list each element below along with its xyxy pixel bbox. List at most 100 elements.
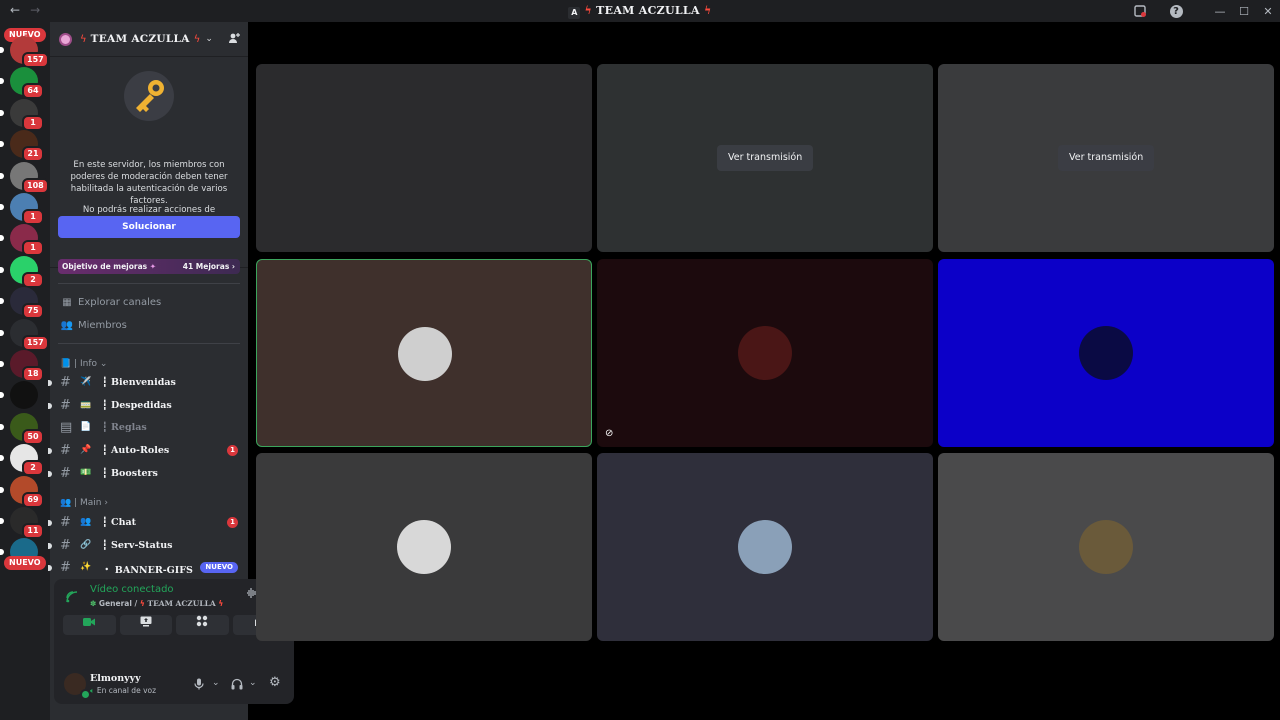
channel-item[interactable]: # 🔗 ┇ Serv-Status bbox=[48, 536, 248, 556]
channel-name: ┇ Bienvenidas bbox=[102, 377, 176, 388]
participant-tile[interactable] bbox=[938, 453, 1274, 641]
channel-item[interactable]: # ✨ ・ BANNER-GIFS NUEVO bbox=[48, 558, 248, 578]
invite-user-icon[interactable] bbox=[228, 32, 240, 47]
unread-indicator bbox=[0, 361, 4, 367]
chevron-down-icon[interactable]: ⌄ bbox=[212, 678, 220, 688]
gear-icon[interactable]: ⚙ bbox=[269, 675, 281, 690]
unread-indicator bbox=[0, 329, 4, 336]
participant-avatar bbox=[1079, 520, 1133, 574]
unread-indicator bbox=[0, 172, 4, 179]
mention-badge: 1 bbox=[227, 445, 238, 457]
inbox-icon[interactable] bbox=[1133, 4, 1147, 18]
rules-channel-icon: ▤ bbox=[60, 420, 73, 436]
titlebar-controls: ? — ☐ ✕ bbox=[1122, 0, 1280, 22]
window-title-text: TEAM ACZULLA bbox=[596, 4, 700, 17]
compass-icon: ▦ bbox=[62, 297, 72, 308]
deafened-icon: ⊘ bbox=[605, 428, 614, 439]
hashtag-icon: # bbox=[60, 397, 71, 413]
participant-tile[interactable] bbox=[256, 453, 592, 641]
voice-server-name: TEAM ACZULLA bbox=[147, 599, 216, 608]
boost-goal-bar[interactable]: Objetivo de mejoras ✦ 41 Mejoras › bbox=[58, 259, 240, 274]
unread-indicator bbox=[48, 448, 52, 455]
mfa-notice: En este servidor, los miembros con poder… bbox=[50, 56, 248, 268]
voice-status[interactable]: Vídeo conectado bbox=[90, 584, 174, 595]
camera-icon bbox=[83, 618, 96, 626]
fix-button[interactable]: Solucionar bbox=[58, 216, 240, 238]
user-name[interactable]: Elmonyyy bbox=[90, 673, 141, 684]
chevron-down-icon[interactable]: ⌄ bbox=[205, 34, 213, 44]
mention-badge: 50 bbox=[22, 428, 44, 445]
bolt-icon: ϟ bbox=[218, 599, 224, 608]
channel-name: ┇ Serv-Status bbox=[102, 539, 173, 551]
watch-stream-button[interactable]: Ver transmisión bbox=[1058, 145, 1155, 171]
category-main[interactable]: 👥 | Main › bbox=[60, 498, 108, 508]
chevron-down-icon[interactable]: ⌄ bbox=[249, 678, 257, 688]
activities-button[interactable] bbox=[176, 615, 229, 635]
microphone-icon[interactable] bbox=[194, 678, 204, 693]
server-logo-icon: A bbox=[568, 7, 581, 19]
participant-avatar bbox=[738, 520, 792, 574]
help-icon[interactable]: ? bbox=[1169, 4, 1183, 18]
watch-stream-button[interactable]: Ver transmisión bbox=[717, 145, 814, 171]
bolt-icon: ϟ bbox=[584, 4, 593, 17]
participant-avatar bbox=[1079, 326, 1133, 380]
mention-badge: 75 bbox=[22, 303, 44, 320]
participant-tile[interactable] bbox=[256, 259, 592, 447]
unread-indicator bbox=[48, 542, 52, 549]
user-status-text: En canal de voz bbox=[96, 686, 157, 695]
maximize-button[interactable]: ☐ bbox=[1232, 5, 1256, 18]
mention-badge: 11 bbox=[22, 523, 44, 539]
close-button[interactable]: ✕ bbox=[1256, 5, 1280, 18]
camera-button[interactable] bbox=[63, 615, 116, 635]
members-link[interactable]: 👥 Miembros bbox=[60, 320, 127, 331]
hashtag-icon: # bbox=[60, 560, 71, 576]
divider bbox=[58, 283, 240, 284]
headphones-icon[interactable] bbox=[231, 678, 243, 693]
category-info[interactable]: 📘 | Info ⌄ bbox=[60, 359, 107, 369]
signal-icon[interactable] bbox=[66, 591, 78, 606]
server-header[interactable]: ϟ TEAM ACZULLA ϟ ⌄ bbox=[50, 22, 248, 56]
channel-emoji-icon: ✈️ bbox=[80, 377, 92, 387]
hashtag-icon: # bbox=[60, 515, 71, 530]
voice-channel-path[interactable]: ✽ General / ϟ TEAM ACZULLA ϟ bbox=[90, 599, 223, 608]
new-servers-badge[interactable]: NUEVO bbox=[4, 556, 46, 570]
stream-tile[interactable]: Ver transmisión bbox=[597, 64, 933, 252]
empty-tile bbox=[256, 64, 592, 252]
chevron-down-icon: ⌄ bbox=[99, 359, 108, 369]
bolt-icon: ϟ bbox=[80, 33, 87, 45]
new-badge: NUEVO bbox=[200, 562, 238, 574]
participant-tile[interactable] bbox=[938, 259, 1274, 447]
channel-item[interactable]: # 👥 ┇ Chat 1 bbox=[48, 513, 248, 533]
channel-item[interactable]: # ✈️ ┇ Bienvenidas bbox=[48, 373, 248, 393]
unread-indicator bbox=[0, 109, 4, 116]
speaker-icon: 🔈︎ bbox=[90, 686, 95, 695]
channel-item[interactable]: ▤ 📄 ┇ Reglas bbox=[50, 418, 248, 438]
screen-share-icon bbox=[140, 616, 152, 627]
browse-channels-link[interactable]: ▦ Explorar canales bbox=[60, 297, 161, 308]
screen-share-button[interactable] bbox=[119, 615, 172, 635]
channel-item[interactable]: # 📌 ┇ Auto-Roles 1 bbox=[48, 441, 248, 461]
stream-tile[interactable]: Ver transmisión bbox=[938, 64, 1274, 252]
divider bbox=[58, 343, 240, 344]
server-icon[interactable] bbox=[10, 381, 38, 410]
server-list: NUEVO 157 64 1 21 108 1 1 2 75 157 18 50 2 69 11 NUEVO bbox=[0, 22, 50, 720]
boost-count: 41 Mejoras bbox=[182, 262, 230, 271]
user-panel: Elmonyyy 🔈︎ En canal de voz ⌄ ⌄ ⚙ bbox=[54, 667, 294, 704]
mention-badge: 64 bbox=[22, 83, 44, 100]
server-name: TEAM ACZULLA bbox=[90, 33, 190, 45]
channel-name: ┇ Auto-Roles bbox=[102, 445, 170, 457]
bolt-icon: ϟ bbox=[139, 599, 145, 608]
discord-window: ← → Aϟ TEAM ACZULLA ϟ ? — ☐ ✕ NUEVO 157 64… bbox=[0, 0, 1280, 720]
channel-item[interactable]: # 🚃 ┇ Despedidas bbox=[48, 396, 248, 416]
channel-item[interactable]: # 💵 ┇ Boosters bbox=[48, 464, 248, 484]
unread-indicator bbox=[0, 235, 4, 242]
unread-indicator bbox=[48, 402, 52, 409]
minimize-button[interactable]: — bbox=[1208, 5, 1232, 18]
channel-name: ┇ Despedidas bbox=[102, 399, 172, 411]
channel-name: ┇ Reglas bbox=[102, 422, 147, 434]
bolt-icon: ϟ bbox=[703, 4, 712, 17]
participant-tile[interactable]: ⊘ bbox=[597, 259, 933, 447]
unread-indicator bbox=[0, 423, 4, 430]
category-info-label: | Info bbox=[74, 359, 98, 369]
participant-tile[interactable] bbox=[597, 453, 933, 641]
